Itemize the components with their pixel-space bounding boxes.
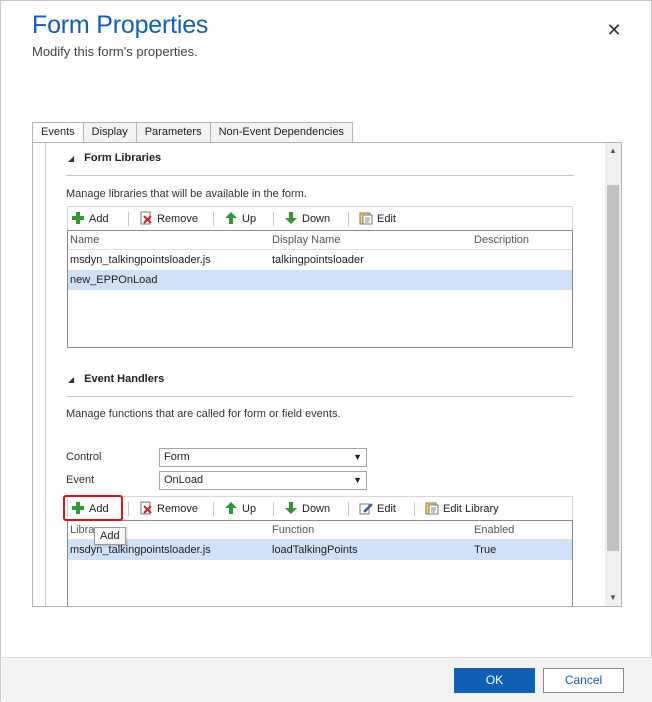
toolbar-separator xyxy=(128,502,129,516)
arrow-down-icon xyxy=(285,502,297,514)
handler-library-cell: msdyn_talkingpointsloader.js xyxy=(70,544,211,556)
library-add-label: Add xyxy=(89,213,109,225)
column-header-enabled[interactable]: Enabled xyxy=(474,524,514,536)
control-select-value: Form xyxy=(164,451,190,463)
dropdown-arrow-icon: ▼ xyxy=(353,452,362,462)
dropdown-arrow-icon: ▼ xyxy=(353,475,362,485)
event-select-value: OnLoad xyxy=(164,474,204,486)
library-name-cell: new_EPPOnLoad xyxy=(70,274,158,286)
form-libraries-title: Form Libraries xyxy=(84,152,162,164)
tab-non-event-dependencies[interactable]: Non-Event Dependencies xyxy=(209,122,353,143)
library-remove-label: Remove xyxy=(157,213,198,225)
arrow-up-icon xyxy=(225,212,237,224)
scroll-thumb[interactable] xyxy=(607,185,619,551)
library-edit-button[interactable]: Edit xyxy=(359,210,396,228)
collapse-triangle-icon[interactable]: ◢ xyxy=(68,375,74,384)
table-row[interactable]: msdyn_talkingpointsloader.js loadTalking… xyxy=(68,540,572,560)
remove-icon xyxy=(140,211,152,225)
toolbar-separator xyxy=(273,212,274,226)
dialog-title: Form Properties xyxy=(32,11,209,39)
form-libraries-header[interactable]: ◢ Form Libraries xyxy=(68,152,161,164)
vertical-scrollbar[interactable]: ▲ ▼ xyxy=(605,143,621,606)
handler-edit-label: Edit xyxy=(377,503,396,515)
event-select[interactable]: OnLoad ▼ xyxy=(159,471,367,490)
control-select[interactable]: Form ▼ xyxy=(159,448,367,467)
handler-down-label: Down xyxy=(302,503,331,515)
cancel-button[interactable]: Cancel xyxy=(543,668,624,693)
handler-down-button[interactable]: Down xyxy=(284,500,330,518)
scroll-down-arrow-icon[interactable]: ▼ xyxy=(605,590,621,606)
pencil-edit-icon xyxy=(359,503,373,515)
event-label: Event xyxy=(66,474,95,486)
tab-events[interactable]: Events xyxy=(32,122,84,144)
toolbar-separator xyxy=(213,212,214,226)
section-divider xyxy=(66,396,574,397)
event-handlers-grid: Library Function Enabled msdyn_talkingpo… xyxy=(67,520,573,606)
remove-icon xyxy=(140,501,152,515)
column-header-display-name[interactable]: Display Name xyxy=(272,234,340,246)
handler-function-cell: loadTalkingPoints xyxy=(272,544,358,556)
toolbar-separator xyxy=(128,212,129,226)
toolbar-separator xyxy=(348,502,349,516)
events-panel: ◢ Form Libraries Manage libraries that wi… xyxy=(32,142,622,607)
library-up-button[interactable]: Up xyxy=(224,210,256,228)
grid-header: Name Display Name Description xyxy=(68,231,572,250)
dialog-footer: OK Cancel xyxy=(2,657,652,702)
library-display-name-cell: talkingpointsloader xyxy=(272,254,364,266)
edit-icon xyxy=(359,212,373,225)
handler-remove-button[interactable]: Remove xyxy=(139,500,198,518)
form-libraries-toolbar: Add Remove Up Down Edit xyxy=(67,206,573,230)
event-handlers-description: Manage functions that are called for for… xyxy=(66,408,341,420)
handler-up-button[interactable]: Up xyxy=(224,500,256,518)
grid-header: Library Function Enabled xyxy=(68,521,572,540)
handler-edit-button[interactable]: Edit xyxy=(359,500,396,518)
scroll-up-arrow-icon[interactable]: ▲ xyxy=(605,143,621,159)
tab-parameters[interactable]: Parameters xyxy=(135,122,211,143)
handler-edit-library-label: Edit Library xyxy=(443,503,499,515)
close-icon[interactable]: ✕ xyxy=(603,19,625,41)
column-header-description[interactable]: Description xyxy=(474,234,529,246)
column-header-function[interactable]: Function xyxy=(272,524,314,536)
tab-display[interactable]: Display xyxy=(82,122,137,143)
event-handlers-title: Event Handlers xyxy=(84,373,165,385)
library-down-button[interactable]: Down xyxy=(284,210,330,228)
add-tooltip: Add xyxy=(94,527,126,545)
library-down-label: Down xyxy=(302,213,331,225)
event-handlers-header[interactable]: ◢ Event Handlers xyxy=(68,373,164,385)
library-up-label: Up xyxy=(242,213,257,225)
handler-enabled-cell: True xyxy=(474,544,497,556)
add-icon xyxy=(72,212,84,224)
table-row[interactable]: msdyn_talkingpointsloader.js talkingpoin… xyxy=(68,250,572,270)
column-header-name[interactable]: Name xyxy=(70,234,99,246)
form-libraries-grid: Name Display Name Description msdyn_talk… xyxy=(67,230,573,348)
handler-edit-library-button[interactable]: Edit Library xyxy=(425,500,499,518)
control-label: Control xyxy=(66,451,102,463)
handler-up-label: Up xyxy=(242,503,257,515)
library-remove-button[interactable]: Remove xyxy=(139,210,198,228)
library-add-button[interactable]: Add xyxy=(71,210,109,228)
handler-remove-label: Remove xyxy=(157,503,198,515)
toolbar-separator xyxy=(348,212,349,226)
events-scroll-area: ◢ Form Libraries Manage libraries that wi… xyxy=(45,143,593,606)
dialog-subtitle: Modify this form's properties. xyxy=(32,44,198,59)
event-handlers-toolbar: Add Remove Up Down Edit Edit Library xyxy=(67,496,573,520)
tab-strip: Events Display Parameters Non-Event Depe… xyxy=(32,122,353,144)
form-properties-dialog: Form Properties Modify this form's prope… xyxy=(0,0,652,702)
arrow-down-icon xyxy=(285,212,297,224)
collapse-triangle-icon[interactable]: ◢ xyxy=(68,154,74,163)
section-divider xyxy=(66,175,574,176)
form-libraries-description: Manage libraries that will be available … xyxy=(66,188,307,200)
arrow-up-icon xyxy=(225,502,237,514)
edit-library-icon xyxy=(425,502,439,515)
library-name-cell: msdyn_talkingpointsloader.js xyxy=(70,254,211,266)
table-row[interactable]: new_EPPOnLoad xyxy=(68,270,572,290)
add-button-highlight xyxy=(63,495,123,521)
toolbar-separator xyxy=(414,502,415,516)
library-edit-label: Edit xyxy=(377,213,396,225)
ok-button[interactable]: OK xyxy=(454,668,535,693)
toolbar-separator xyxy=(213,502,214,516)
toolbar-separator xyxy=(273,502,274,516)
